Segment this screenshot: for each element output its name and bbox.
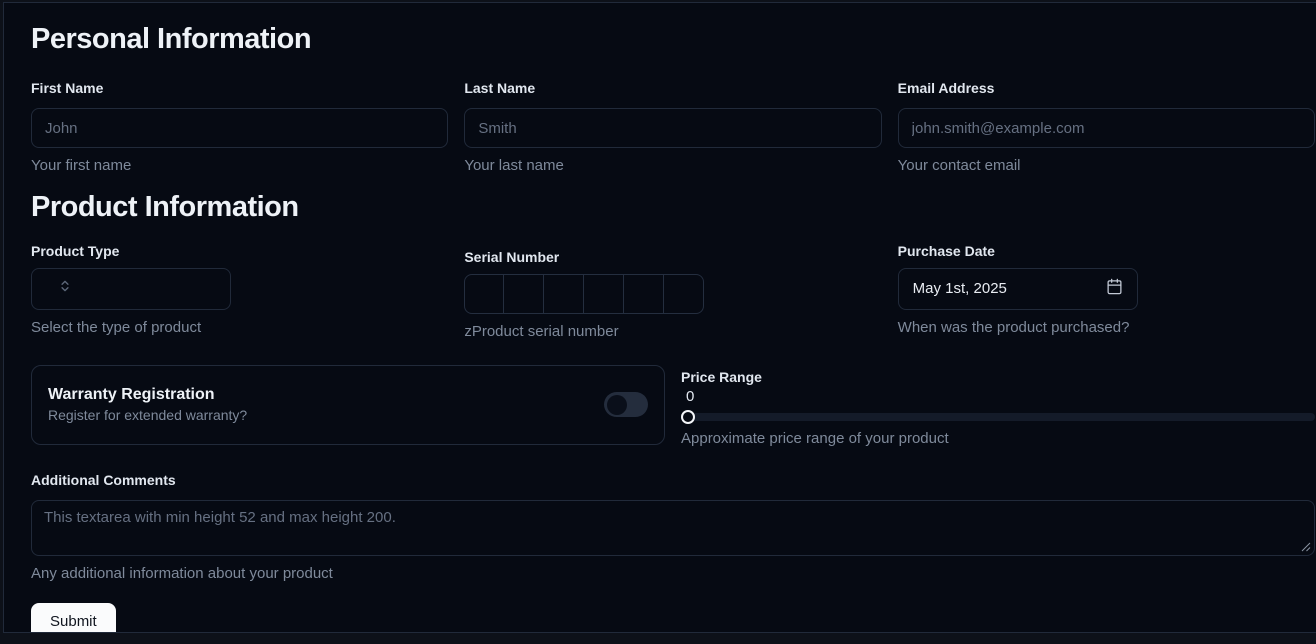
comments-textarea-wrap <box>31 500 1315 556</box>
serial-number-helper: zProduct serial number <box>464 323 881 341</box>
serial-number-input <box>464 274 881 314</box>
personal-fields-row: First Name Your first name Last Name You… <box>31 80 1315 175</box>
additional-comments-label: Additional Comments <box>31 472 1315 489</box>
price-range-value: 0 <box>681 387 1315 406</box>
price-range-slider-thumb[interactable] <box>681 410 695 424</box>
serial-digit-box[interactable] <box>624 274 664 314</box>
additional-comments-textarea[interactable] <box>31 500 1315 556</box>
field-first-name: First Name Your first name <box>31 80 448 175</box>
last-name-helper: Your last name <box>464 157 881 175</box>
serial-number-label: Serial Number <box>464 249 881 266</box>
field-additional-comments: Additional Comments Any additional infor… <box>31 472 1315 583</box>
section-title-product: Product Information <box>31 191 1315 224</box>
purchase-date-picker[interactable]: May 1st, 2025 <box>898 268 1138 310</box>
purchase-date-label: Purchase Date <box>898 243 1315 260</box>
warranty-toggle[interactable] <box>604 392 648 417</box>
email-helper: Your contact email <box>898 157 1315 175</box>
purchase-date-helper: When was the product purchased? <box>898 319 1315 337</box>
last-name-label: Last Name <box>464 80 881 97</box>
price-range-slider[interactable] <box>681 413 1315 421</box>
email-input[interactable] <box>898 108 1315 148</box>
product-type-select[interactable] <box>31 268 231 310</box>
product-fields-row: Product Type Select the type of product … <box>31 243 1315 341</box>
submit-button[interactable]: Submit <box>31 603 116 633</box>
serial-digit-box[interactable] <box>464 274 504 314</box>
serial-digit-box[interactable] <box>544 274 584 314</box>
calendar-icon <box>1106 278 1123 300</box>
warranty-toggle-knob <box>607 395 627 415</box>
section-title-personal: Personal Information <box>31 23 1315 56</box>
product-registration-form: Personal Information First Name Your fir… <box>3 2 1316 633</box>
field-email: Email Address Your contact email <box>898 80 1315 175</box>
warranty-card: Warranty Registration Register for exten… <box>31 365 665 445</box>
email-label: Email Address <box>898 80 1315 97</box>
field-last-name: Last Name Your last name <box>464 80 881 175</box>
warranty-price-row: Warranty Registration Register for exten… <box>31 365 1315 448</box>
first-name-label: First Name <box>31 80 448 97</box>
last-name-input[interactable] <box>464 108 881 148</box>
product-type-label: Product Type <box>31 243 448 260</box>
additional-comments-helper: Any additional information about your pr… <box>31 565 1315 583</box>
field-price-range: Price Range 0 Approximate price range of… <box>681 365 1315 448</box>
warranty-subtitle: Register for extended warranty? <box>48 407 247 424</box>
first-name-input[interactable] <box>31 108 448 148</box>
first-name-helper: Your first name <box>31 157 448 175</box>
price-range-label: Price Range <box>681 369 1315 386</box>
resize-handle-icon[interactable] <box>1301 542 1311 552</box>
field-product-type: Product Type Select the type of product <box>31 243 448 341</box>
product-type-helper: Select the type of product <box>31 319 448 337</box>
warranty-title: Warranty Registration <box>48 385 247 404</box>
price-range-helper: Approximate price range of your product <box>681 430 1315 448</box>
serial-digit-box[interactable] <box>584 274 624 314</box>
serial-digit-box[interactable] <box>504 274 544 314</box>
field-purchase-date: Purchase Date May 1st, 2025 When was the… <box>898 243 1315 341</box>
serial-digit-box[interactable] <box>664 274 704 314</box>
field-serial-number: Serial Number zProduct serial number <box>464 249 881 341</box>
warranty-text: Warranty Registration Register for exten… <box>48 385 247 424</box>
purchase-date-value: May 1st, 2025 <box>913 280 1007 297</box>
chevrons-up-down-icon <box>58 279 72 298</box>
